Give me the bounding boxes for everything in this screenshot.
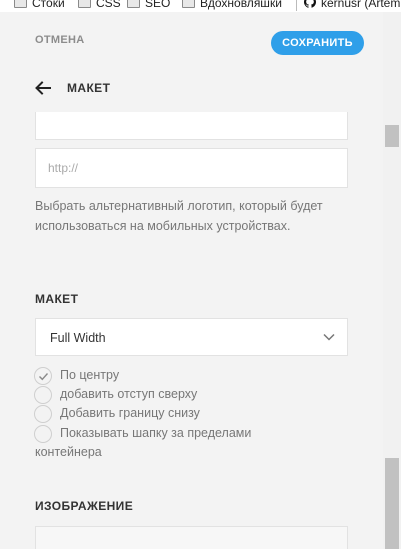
bookmark-label: kernusr (Artem — [321, 0, 401, 10]
option-label: Добавить границу снизу — [60, 406, 200, 420]
bookmark-separator — [296, 0, 297, 11]
radio[interactable] — [34, 386, 52, 404]
check-icon — [39, 373, 49, 381]
bookmark-stoki[interactable]: Стоки — [14, 0, 65, 10]
option-label: добавить отступ сверху — [60, 387, 198, 401]
bookmark-inspiration[interactable]: Вдохновляшки — [182, 0, 282, 10]
scrollbar-thumb[interactable] — [385, 458, 399, 549]
radio-checked[interactable] — [34, 367, 52, 385]
option-label: По центру — [60, 368, 120, 382]
bookmark-label: SEO — [145, 0, 171, 10]
layout-select-value: Full Width — [50, 331, 106, 345]
image-upload-box[interactable] — [35, 526, 348, 549]
bookmark-css[interactable]: CSS — [78, 0, 121, 10]
bookmark-github[interactable]: kernusr (Artem — [304, 0, 400, 10]
github-icon — [304, 0, 316, 11]
scrollbar-thumb[interactable] — [385, 125, 399, 147]
bookmark-label: Вдохновляшки — [200, 0, 282, 10]
folder-icon — [14, 0, 27, 8]
radio[interactable] — [34, 405, 52, 423]
chevron-down-icon — [323, 333, 335, 341]
option-label: Показывать шапку за пределами — [60, 426, 252, 440]
layout-select[interactable]: Full Width — [35, 318, 348, 356]
folder-icon — [78, 0, 91, 8]
image-label: ИЗОБРАЖЕНИЕ — [35, 499, 134, 513]
section-title: МАКЕТ — [67, 81, 111, 95]
layout-label: МАКЕТ — [35, 292, 79, 306]
bookmark-label: CSS — [96, 0, 121, 10]
bookmark-label: Стоки — [32, 0, 65, 10]
radio[interactable] — [34, 425, 52, 443]
folder-icon — [182, 0, 195, 8]
mobile-logo-url-input[interactable] — [35, 148, 348, 188]
folder-icon — [127, 0, 140, 8]
bookmarks-bar: Стоки CSS SEO Вдохновляшки kernusr (Arte… — [0, 0, 401, 12]
back-arrow-icon[interactable] — [34, 79, 52, 97]
logo-input[interactable] — [35, 112, 348, 140]
bookmark-seo[interactable]: SEO — [127, 0, 170, 10]
customizer-panel — [0, 12, 383, 549]
option-label-continued: контейнера — [35, 445, 102, 459]
save-button[interactable]: СОХРАНИТЬ — [271, 31, 364, 55]
cancel-button[interactable]: ОТМЕНА — [35, 34, 84, 46]
mobile-logo-hint: Выбрать альтернативный логотип, который … — [35, 199, 323, 233]
